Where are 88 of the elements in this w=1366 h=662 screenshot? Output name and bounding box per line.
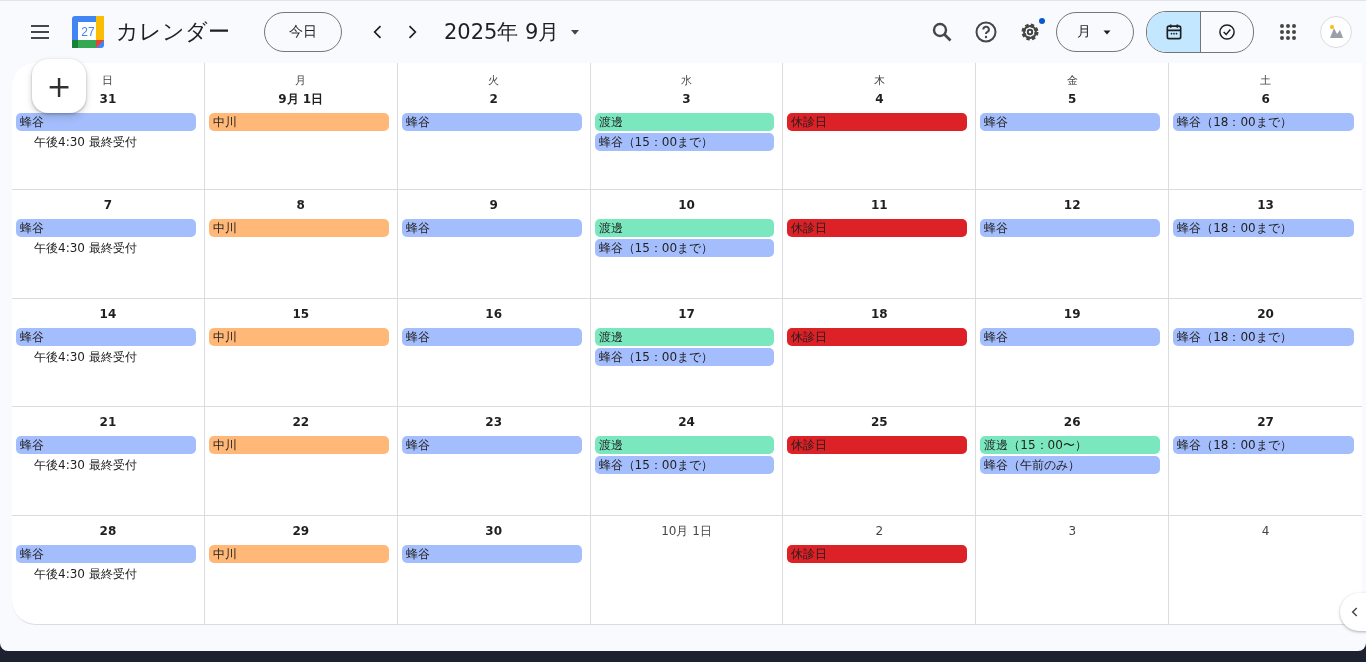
check-circle-icon — [1217, 22, 1237, 42]
weekday-label: 月 — [295, 73, 307, 88]
date-number[interactable]: 6 — [1261, 91, 1270, 108]
event-chip[interactable]: 中川 — [208, 327, 389, 346]
date-number[interactable]: 28 — [99, 522, 117, 540]
date-number[interactable]: 10 — [678, 197, 695, 214]
event-chip[interactable]: 蜂谷（18：00まで） — [1173, 113, 1354, 131]
event-chip[interactable]: 中川 — [208, 219, 389, 237]
date-number[interactable]: 5 — [1068, 91, 1077, 108]
event-chip[interactable]: 蜂谷（18：00まで） — [1173, 327, 1354, 346]
event-chip[interactable]: 蜂谷（15：00まで） — [594, 456, 775, 474]
date-number[interactable]: 16 — [485, 305, 502, 323]
event-chip[interactable]: 中川 — [208, 113, 389, 131]
weekday-label: 水 — [681, 73, 692, 88]
event-chip[interactable]: 蜂谷（18：00まで） — [1173, 219, 1354, 237]
event-chip[interactable]: 蜂谷 — [401, 544, 582, 563]
event-chip[interactable]: 中川 — [208, 544, 389, 563]
date-number[interactable]: 29 — [292, 522, 310, 540]
weekday-label: 火 — [488, 73, 500, 88]
date-number[interactable]: 13 — [1257, 197, 1274, 214]
date-number[interactable]: 14 — [99, 305, 117, 323]
event-chip[interactable]: 蜂谷 — [16, 327, 196, 346]
event-chip[interactable]: 中川 — [208, 436, 389, 454]
event-chip[interactable]: 蜂谷 — [16, 113, 196, 131]
date-number[interactable]: 9月 1日 — [278, 91, 324, 108]
event-chip[interactable]: 蜂谷（18：00まで） — [1173, 436, 1354, 454]
date-number[interactable]: 24 — [678, 414, 695, 431]
help-icon[interactable] — [974, 20, 998, 44]
date-number[interactable]: 22 — [292, 414, 310, 431]
event-chip[interactable]: 蜂谷 — [401, 219, 582, 237]
create-button[interactable]: + — [32, 59, 86, 113]
weekday-label: 木 — [873, 73, 885, 88]
event-chip[interactable]: 蜂谷 — [16, 219, 196, 237]
event-chip[interactable]: 渡邊 — [594, 436, 775, 454]
date-number[interactable]: 23 — [485, 414, 502, 431]
event-chip[interactable]: 蜂谷 — [401, 327, 582, 346]
period-title[interactable]: 2025年 9月 — [444, 18, 560, 46]
event-chip[interactable]: 渡邊 — [594, 219, 775, 237]
date-number[interactable]: 11 — [871, 197, 888, 214]
date-number[interactable]: 19 — [1063, 305, 1081, 323]
event-chip[interactable]: 蜂谷（15：00まで） — [594, 347, 775, 366]
timed-event[interactable]: 午後4:30 最終受付 — [34, 239, 204, 257]
date-number[interactable]: 2 — [875, 522, 884, 540]
event-chip[interactable]: 蜂谷（午前のみ） — [980, 456, 1161, 474]
view-toggle[interactable] — [1147, 12, 1200, 52]
date-number[interactable]: 12 — [1063, 197, 1081, 214]
date-number[interactable]: 27 — [1257, 414, 1274, 431]
event-chip[interactable]: 蜂谷（15：00まで） — [594, 239, 775, 257]
event-chip[interactable]: 蜂谷（15：00まで） — [594, 133, 775, 151]
timed-event[interactable]: 午後4:30 最終受付 — [34, 456, 204, 474]
date-number[interactable]: 3 — [682, 91, 691, 108]
date-number[interactable]: 7 — [103, 197, 113, 214]
date-number[interactable]: 26 — [1063, 414, 1081, 431]
event-chip[interactable]: 蜂谷 — [980, 113, 1161, 131]
event-chip[interactable]: 蜂谷 — [980, 219, 1161, 237]
event-chip[interactable]: 渡邊（15：00〜） — [980, 436, 1161, 454]
event-chip[interactable]: 渡邊 — [594, 327, 775, 346]
date-number[interactable]: 21 — [99, 414, 117, 431]
event-chip[interactable]: 蜂谷 — [16, 544, 196, 563]
timed-event[interactable]: 午後4:30 最終受付 — [34, 564, 204, 583]
event-chip[interactable]: 蜂谷 — [980, 327, 1161, 346]
date-number[interactable]: 4 — [1261, 522, 1270, 540]
date-number[interactable]: 18 — [871, 305, 888, 323]
weekday-label: 日 — [102, 73, 114, 88]
app-title: カレンダー — [116, 18, 230, 46]
date-number[interactable]: 2 — [489, 91, 498, 108]
event-chip[interactable]: 蜂谷 — [16, 436, 196, 454]
search-icon[interactable] — [930, 20, 954, 44]
weekday-label: 土 — [1260, 73, 1272, 88]
date-number[interactable]: 15 — [292, 305, 310, 323]
date-number[interactable]: 8 — [296, 197, 305, 214]
weekday-label: 金 — [1066, 73, 1078, 88]
date-number[interactable]: 25 — [871, 414, 888, 431]
event-chip[interactable]: 蜂谷 — [401, 436, 582, 454]
timed-event[interactable]: 午後4:30 最終受付 — [34, 347, 204, 366]
date-number[interactable]: 9 — [489, 197, 498, 214]
date-number[interactable]: 31 — [99, 91, 117, 108]
date-number[interactable]: 10月 1日 — [661, 522, 712, 540]
avatar-icon[interactable] — [1320, 16, 1352, 48]
date-number[interactable]: 17 — [678, 305, 695, 323]
event-chip[interactable]: 蜂谷 — [401, 113, 582, 131]
date-number[interactable]: 4 — [875, 91, 884, 108]
timed-event[interactable]: 午後4:30 最終受付 — [34, 133, 204, 151]
event-chip[interactable]: 渡邊 — [594, 113, 775, 131]
date-number[interactable]: 3 — [1068, 522, 1077, 540]
calendar-logo: 27 — [72, 16, 104, 48]
date-number[interactable]: 30 — [485, 522, 502, 540]
date-number[interactable]: 20 — [1257, 305, 1274, 323]
